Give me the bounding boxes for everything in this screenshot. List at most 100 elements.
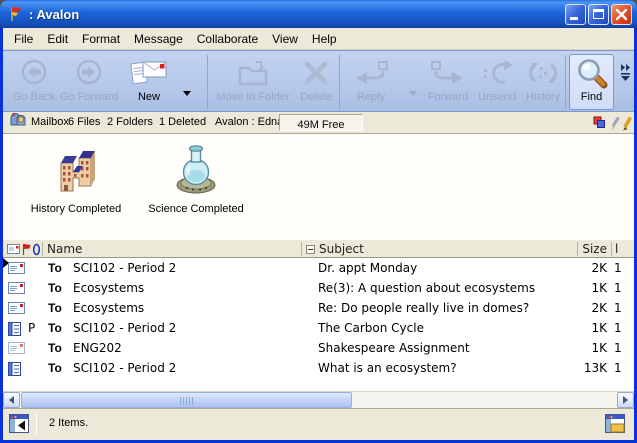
move-to-folder-button[interactable]: Move to Folder (213, 55, 293, 109)
row-subject: Re: Do people really live in domes? (318, 298, 529, 318)
maximize-button[interactable] (588, 4, 609, 25)
folders-count: 2 Folders (107, 112, 153, 133)
document-icon (8, 362, 21, 376)
app-window: : Avalon File Edit Format Message Collab… (0, 0, 637, 443)
window-title: : Avalon (29, 7, 565, 22)
row-subject: Re(3): A question about ecosystems (318, 278, 535, 298)
message-row[interactable]: To SCI102 - Period 2 What is an ecosyste… (3, 358, 634, 378)
row-date: 1 (614, 258, 622, 278)
go-forward-icon (73, 55, 105, 91)
delete-button[interactable]: Delete (293, 55, 339, 109)
go-forward-button[interactable]: Go Forward (60, 55, 118, 109)
menu-bar: File Edit Format Message Collaborate Vie… (3, 28, 634, 50)
scroll-left-button[interactable] (3, 392, 20, 408)
toolbar: Go Back Go Forward (3, 50, 634, 112)
row-flag: P (28, 318, 42, 338)
menu-item-collaborate[interactable]: Collaborate (190, 30, 265, 48)
document-icon (8, 322, 21, 336)
forward-button[interactable]: Forward (423, 55, 473, 109)
message-row[interactable]: To ENG202 Shakespeare Assignment 1K 1 (3, 338, 634, 358)
building-icon (50, 144, 102, 199)
row-date: 1 (614, 358, 622, 378)
row-size: 1K (551, 318, 607, 338)
row-name: ENG202 (73, 338, 122, 358)
free-space-indicator: 49M Free (279, 114, 363, 131)
desktop-item-label: History Completed (31, 203, 121, 215)
mailbox-info-bar: Mailbox 6 Files 2 Folders 1 Deleted Aval… (3, 112, 634, 134)
go-back-button[interactable]: Go Back (8, 55, 60, 109)
scroll-right-button[interactable] (617, 392, 634, 408)
toolbar-overflow-chevron[interactable] (618, 55, 634, 109)
column-header-date[interactable]: l (615, 241, 618, 258)
menu-item-edit[interactable]: Edit (40, 30, 75, 48)
scroll-left-arrow-icon (9, 396, 14, 404)
column-header-subject[interactable]: Subject (319, 241, 364, 258)
folder-icon-pane: History Completed Sc (3, 134, 634, 239)
status-bar: 2 Items. (3, 408, 634, 438)
reply-button[interactable]: Reply (345, 55, 397, 109)
row-subject: What is an ecosystem? (318, 358, 457, 378)
collapse-panel-icon[interactable] (9, 414, 29, 433)
delete-icon (302, 55, 330, 91)
row-subject: Dr. appt Monday (318, 258, 417, 278)
row-name: SCI102 - Period 2 (73, 258, 176, 278)
menu-item-message[interactable]: Message (127, 30, 190, 48)
row-size: 13K (551, 358, 607, 378)
new-message-icon (130, 55, 168, 91)
row-size: 2K (551, 258, 607, 278)
scroll-right-arrow-icon (623, 396, 628, 404)
horizontal-scrollbar[interactable] (3, 391, 634, 408)
message-row[interactable]: P To SCI102 - Period 2 The Carbon Cycle … (3, 318, 634, 338)
row-direction: To (48, 338, 62, 358)
row-date: 1 (614, 298, 622, 318)
row-direction: To (48, 258, 62, 278)
move-to-folder-icon (236, 55, 270, 91)
titlebar[interactable]: : Avalon (0, 0, 637, 28)
column-header-name[interactable]: Name (47, 241, 82, 258)
desktop-item-history-completed[interactable]: History Completed (17, 144, 135, 215)
message-type-column-icon[interactable] (7, 244, 20, 254)
reply-icon (351, 55, 391, 91)
row-date: 1 (614, 338, 622, 358)
minimize-button[interactable] (565, 4, 586, 25)
menu-item-help[interactable]: Help (305, 30, 344, 48)
row-date: 1 (614, 278, 622, 298)
new-dropdown-arrow[interactable] (183, 91, 191, 96)
menu-item-file[interactable]: File (7, 30, 40, 48)
forward-icon (428, 55, 468, 91)
unsend-button[interactable]: Unsend (473, 55, 521, 109)
desktop-item-science-completed[interactable]: Science Completed (134, 144, 258, 215)
row-direction: To (48, 358, 62, 378)
message-icon (8, 282, 25, 294)
column-header-size[interactable]: Size (579, 241, 607, 258)
find-icon (576, 55, 608, 91)
menu-item-format[interactable]: Format (75, 30, 127, 48)
attachment-column-icon[interactable] (32, 243, 41, 256)
message-list-header: Name Subject Size l (3, 239, 634, 258)
split-view-icon[interactable] (605, 414, 625, 433)
message-row[interactable]: To Ecosystems Re(3): A question about ec… (3, 278, 634, 298)
reply-dropdown-arrow[interactable] (409, 91, 417, 96)
files-count: 6 Files (68, 112, 100, 133)
message-row[interactable]: To SCI102 - Period 2 Dr. appt Monday 2K … (3, 258, 634, 278)
status-separator (36, 414, 37, 434)
row-name: Ecosystems (73, 298, 144, 318)
row-name: SCI102 - Period 2 (73, 318, 176, 338)
row-subject: Shakespeare Assignment (318, 338, 470, 358)
find-button[interactable]: Find (569, 54, 614, 110)
row-direction: To (48, 318, 62, 338)
mailbox-icon (9, 112, 26, 135)
subject-collapse-icon[interactable] (306, 245, 315, 254)
row-direction: To (48, 278, 62, 298)
history-button[interactable]: History (521, 55, 565, 109)
row-name: SCI102 - Period 2 (73, 358, 176, 378)
close-button[interactable] (611, 4, 632, 25)
flag-column-icon[interactable] (21, 243, 31, 256)
menu-item-view[interactable]: View (265, 30, 305, 48)
message-row[interactable]: To Ecosystems Re: Do people really live … (3, 298, 634, 318)
new-button[interactable]: New (121, 55, 177, 109)
go-back-icon (18, 55, 50, 91)
history-icon (527, 55, 559, 91)
unsend-icon (481, 55, 513, 91)
scrollbar-thumb[interactable] (21, 392, 352, 408)
